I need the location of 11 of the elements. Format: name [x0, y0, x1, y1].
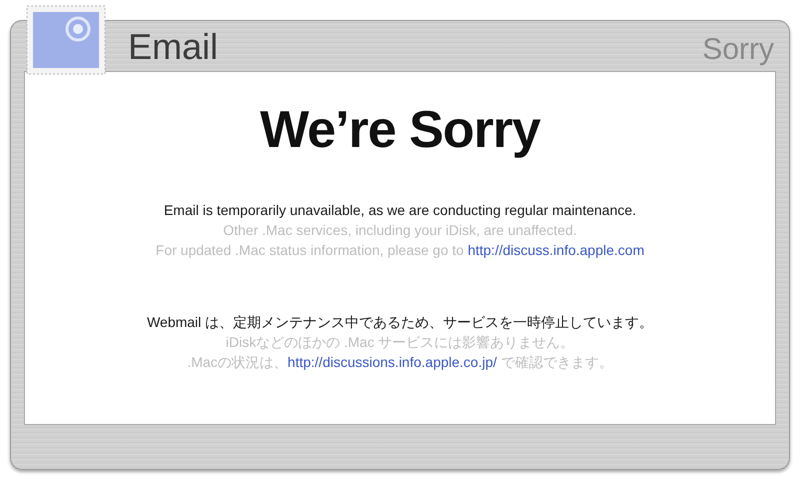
- info-text: Other .Mac services, including your iDisk, are unaffected.: [223, 221, 577, 240]
- section-title: Sorry: [702, 35, 774, 65]
- status-link[interactable]: http://discuss.info.apple.com: [468, 242, 644, 258]
- info-text: .Macの状況は、http://discussions.info.apple.co.jp/ で確認できます。: [187, 353, 613, 372]
- message-text: Webmail は、定期メンテナンス中であるため、サービスを一時停止しています。: [146, 313, 654, 332]
- info-text: iDiskなどのほかの .Mac サービスには影響ありません。: [226, 333, 574, 352]
- app-title: Email: [128, 29, 218, 65]
- info-text: For updated .Mac status information, please go to http://discuss.info.apple.com: [156, 241, 644, 260]
- heading: We’re Sorry: [260, 100, 540, 160]
- message-text: Email is temporarily unavailable, as we are conducting regular maintenance.: [164, 201, 636, 220]
- status-link[interactable]: http://discussions.info.apple.co.jp/: [288, 354, 497, 370]
